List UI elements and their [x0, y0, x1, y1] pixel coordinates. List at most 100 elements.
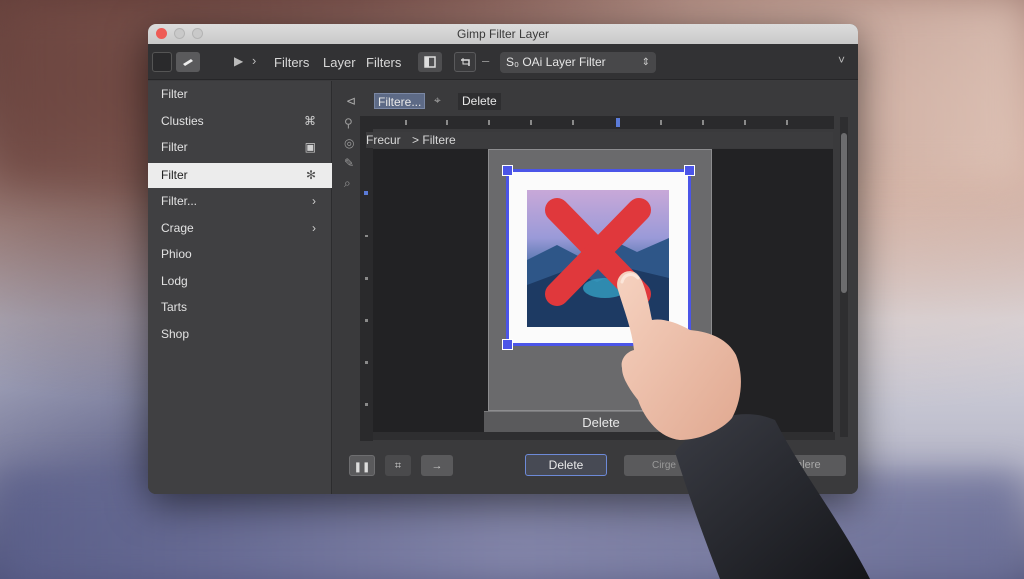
sidebar-item-label: Lodg — [161, 274, 188, 288]
vertical-scrollbar-thumb[interactable] — [841, 133, 847, 293]
layer-filter-select-value: S₀ OAi Layer Filter — [506, 55, 606, 69]
breadcrumb-part-1[interactable]: Frecur — [366, 133, 401, 147]
chevron-down-icon[interactable]: ˅ — [838, 53, 845, 67]
breadcrumb-separator: > — [412, 133, 420, 147]
play-icon[interactable]: ▶ — [234, 54, 243, 68]
sidebar-item-filter[interactable]: Filter — [148, 82, 332, 107]
sidebar-item-label: Phioo — [161, 247, 192, 261]
panel-toggle-button[interactable] — [418, 52, 442, 72]
eye-icon[interactable]: ◎ — [344, 136, 354, 150]
document-icon: ▣ — [304, 140, 316, 154]
sidebar-item-label: Clusties — [161, 114, 204, 128]
settings-icon: ✻ — [305, 168, 316, 182]
resize-handle-bottom-left[interactable] — [502, 339, 513, 350]
ruler-tick — [405, 120, 407, 125]
zoom-icon[interactable]: ⌕ — [344, 176, 351, 191]
resize-handle-top-right[interactable] — [684, 165, 695, 176]
toolbar-crumb-filters-2[interactable]: Filters — [366, 55, 401, 70]
sidebar: Filter Clusties ⌘ Filter ▣ Filter ✻ Filter.… — [148, 81, 332, 494]
toolbar-crumb-layer[interactable]: Layer — [323, 55, 356, 70]
ruler-tick — [660, 120, 662, 125]
sidebar-item-phioo[interactable]: Phioo — [148, 242, 332, 267]
sidebar-item-label: Filter — [161, 140, 188, 154]
crop-tool-button[interactable] — [454, 52, 476, 72]
next-button[interactable]: → — [421, 455, 453, 476]
resize-handle-top-left[interactable] — [502, 165, 513, 176]
canvas-delete-strip[interactable]: Delete — [484, 411, 718, 433]
transform-icon[interactable]: ⌖ — [434, 93, 441, 108]
ruler-tick — [365, 319, 368, 322]
sidebar-item-label: Tarts — [161, 300, 188, 314]
sidebar-item-label: Filter — [161, 168, 188, 182]
layer-filter-select[interactable]: S₀ OAi Layer Filter ⇕ — [500, 52, 656, 73]
lasso-icon[interactable]: ⚲ — [344, 116, 353, 130]
cancel-button[interactable]: Cirge — [624, 455, 704, 476]
ruler-tick — [488, 120, 490, 125]
app-window: Gimp Filter Layer ▶ › Filters Layer Filt… — [148, 24, 858, 494]
toolbar: ▶ › Filters Layer Filters – S₀ OAi Layer… — [148, 44, 858, 80]
minimize-window-button[interactable] — [174, 28, 185, 39]
sidebar-item-filter-active[interactable]: Filter ✻ — [148, 163, 332, 188]
layer-thumbnail — [527, 190, 669, 327]
sidebar-item-filter-submenu[interactable]: Filter... › — [148, 189, 332, 214]
cancel-button-label: Cirge — [652, 460, 676, 471]
delete-button[interactable]: Delete — [525, 454, 607, 476]
canvas-toolbar-delete-text: Delete — [462, 94, 497, 108]
ruler-tick — [786, 120, 788, 125]
pen-icon[interactable]: ✎ — [344, 156, 354, 170]
ruler-tick — [365, 277, 368, 280]
pause-icon: ❚❚ — [353, 462, 371, 473]
layout-toggle-button[interactable] — [152, 52, 172, 72]
ruler-tick — [572, 120, 574, 125]
window-title: Gimp Filter Layer — [456, 27, 550, 41]
ruler-horizontal — [360, 116, 834, 129]
sidebar-item-clusties[interactable]: Clusties ⌘ — [148, 109, 332, 134]
ruler-tick — [446, 120, 448, 125]
pause-button[interactable]: ❚❚ — [349, 455, 375, 476]
ruler-tick — [530, 120, 532, 125]
ruler-marker[interactable] — [616, 118, 620, 127]
canvas-toolbar-filter-label[interactable]: Filtere... — [374, 93, 426, 109]
cursor-icon[interactable]: ⊲ — [346, 94, 356, 108]
grid-button[interactable]: ⌗ — [385, 455, 411, 476]
sidebar-item-shop[interactable]: Shop — [148, 322, 332, 347]
sidebar-item-tarts[interactable]: Tarts — [148, 295, 332, 320]
sidebar-item-label: Filter... — [161, 194, 198, 208]
crop-icon — [461, 58, 470, 66]
vertical-scrollbar[interactable] — [840, 117, 848, 437]
chevron-right-icon: › — [312, 221, 316, 235]
delete-x-mark — [545, 198, 651, 306]
horizontal-scrollbar[interactable] — [373, 432, 835, 440]
sidebar-item-crage[interactable]: Crage › — [148, 216, 332, 241]
ruler-marker[interactable] — [364, 191, 368, 195]
ruler-tick — [365, 361, 368, 364]
close-window-button[interactable] — [156, 28, 167, 39]
sidebar-item-label: Crage — [161, 221, 194, 235]
extra-button-label: Falere — [789, 459, 821, 471]
canvas-delete-strip-label: Delete — [582, 415, 620, 430]
breadcrumb-part-2[interactable]: Filtere — [422, 133, 455, 147]
ruler-tick — [365, 235, 368, 237]
sidebar-item-lodg[interactable]: Lodg — [148, 269, 332, 294]
selected-layer-frame[interactable] — [502, 165, 695, 350]
toolbar-crumb-filters[interactable]: Filters — [274, 55, 309, 70]
ruler-tick — [365, 403, 368, 406]
breadcrumb: Frecur > Filtere — [366, 132, 833, 148]
canvas-toolbar-filter-text: Filtere... — [378, 95, 422, 109]
delete-button-label: Delete — [548, 458, 584, 472]
ruler-tick — [702, 120, 704, 125]
brush-tool-button[interactable] — [176, 52, 200, 72]
sidebar-item-filter-2[interactable]: Filter ▣ — [148, 135, 332, 160]
chevron-right-icon[interactable]: › — [252, 53, 256, 68]
canvas-toolbar-delete-button[interactable]: Delete — [458, 93, 501, 110]
arrow-right-icon: → — [431, 460, 443, 472]
brush-icon — [183, 59, 193, 66]
pin-icon: ⌘ — [304, 114, 316, 128]
chevron-updown-icon: ⇕ — [641, 57, 650, 68]
extra-button[interactable]: Falere — [764, 455, 846, 476]
ruler-tick — [744, 120, 746, 125]
title-bar: Gimp Filter Layer — [148, 24, 858, 44]
zoom-window-button[interactable] — [192, 28, 203, 39]
toolbar-separator: – — [482, 53, 490, 68]
chevron-right-icon: › — [312, 194, 316, 208]
